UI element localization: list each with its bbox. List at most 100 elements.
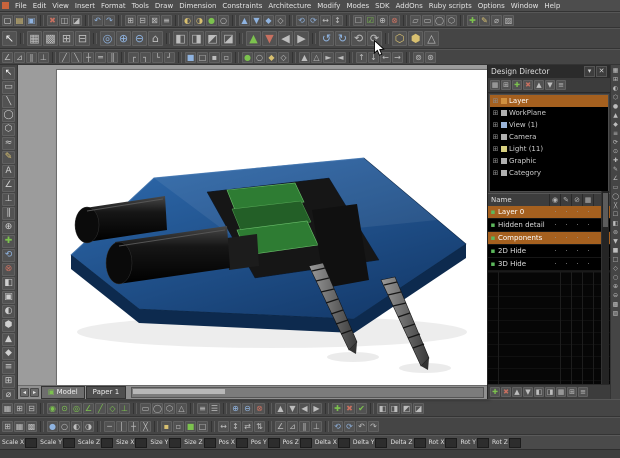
tool-icon[interactable]: ▲: [534, 80, 544, 90]
layer-flag[interactable]: ·: [572, 234, 583, 242]
tool-icon[interactable]: ◎: [71, 402, 82, 414]
tool-icon[interactable]: ◐: [612, 85, 620, 93]
tool-icon[interactable]: ◆: [263, 14, 274, 26]
tool-icon[interactable]: □: [612, 256, 620, 264]
tool-icon[interactable]: ⊗: [2, 263, 15, 276]
tool-icon[interactable]: ▲: [2, 333, 15, 346]
tool-icon[interactable]: ◇: [275, 14, 286, 26]
layers-column-icon[interactable]: ▦: [583, 194, 594, 206]
tool-icon[interactable]: ▦: [556, 387, 566, 397]
tool-icon[interactable]: ◆: [2, 347, 15, 360]
tool-icon[interactable]: ▩: [612, 301, 620, 309]
layer-row[interactable]: ▪ Layer 0 · · · ·: [488, 206, 610, 219]
tab-paper-1[interactable]: Paper 1: [85, 386, 127, 399]
tool-icon[interactable]: ⊖: [612, 292, 620, 300]
menu-item-constraints[interactable]: Constraints: [219, 2, 265, 10]
tool-icon[interactable]: ▩: [43, 31, 58, 46]
tool-icon[interactable]: ◇: [107, 402, 118, 414]
panel-vertical-scrollbar-thumb[interactable]: [603, 193, 608, 227]
menu-item-format[interactable]: Format: [98, 2, 129, 10]
tool-icon[interactable]: ▦: [612, 67, 620, 75]
tool-icon[interactable]: ◆: [266, 51, 277, 63]
tool-icon[interactable]: ◄: [335, 51, 346, 63]
tool-icon[interactable]: ≈: [2, 137, 15, 150]
tool-icon[interactable]: ⊞: [2, 375, 15, 388]
tool-icon[interactable]: ▲: [512, 387, 522, 397]
menu-item-tools[interactable]: Tools: [129, 2, 152, 10]
tool-icon[interactable]: ⬡: [446, 14, 457, 26]
tool-icon[interactable]: ↕: [332, 14, 343, 26]
status-field-value[interactable]: [135, 437, 148, 448]
tool-icon[interactable]: ▸: [30, 388, 39, 397]
tool-icon[interactable]: ◀: [278, 31, 293, 46]
tool-icon[interactable]: ✎: [479, 14, 490, 26]
status-field-value[interactable]: [267, 437, 280, 448]
layer-flag[interactable]: ·: [561, 234, 572, 242]
tool-icon[interactable]: ≡: [612, 130, 620, 138]
tool-icon[interactable]: ◐: [71, 420, 82, 432]
tool-icon[interactable]: ⟳: [367, 31, 382, 46]
tool-icon[interactable]: ☰: [209, 402, 220, 414]
tool-icon[interactable]: ║: [107, 51, 118, 63]
tool-icon[interactable]: ⬡: [392, 31, 407, 46]
menu-item-modes[interactable]: Modes: [343, 2, 372, 10]
layer-flag[interactable]: ·: [583, 208, 594, 216]
tool-icon[interactable]: ◎: [100, 31, 115, 46]
tool-icon[interactable]: ⊞: [612, 76, 620, 84]
expander-icon[interactable]: ⊞: [492, 157, 499, 165]
tool-icon[interactable]: ↷: [368, 420, 379, 432]
tool-icon[interactable]: ◧: [173, 31, 188, 46]
status-field-value[interactable]: [337, 437, 350, 448]
tool-icon[interactable]: ◐: [182, 14, 193, 26]
tool-icon[interactable]: ▫: [221, 51, 232, 63]
tool-icon[interactable]: ≡: [2, 361, 15, 374]
tool-icon[interactable]: ◉: [47, 402, 58, 414]
tool-icon[interactable]: ⊞: [14, 402, 25, 414]
tool-icon[interactable]: ⊗: [389, 14, 400, 26]
tool-icon[interactable]: ✖: [344, 402, 355, 414]
panel-vertical-scrollbar[interactable]: [601, 191, 609, 384]
tool-icon[interactable]: ▲: [612, 112, 620, 120]
layer-flag[interactable]: ·: [561, 247, 572, 255]
expander-icon[interactable]: ⊞: [492, 97, 499, 105]
tool-icon[interactable]: ◫: [59, 14, 70, 26]
tree-item[interactable]: ⊞ Light (11): [490, 143, 608, 155]
tool-icon[interactable]: ▫: [173, 420, 184, 432]
layer-flag[interactable]: ·: [583, 234, 594, 242]
tool-icon[interactable]: ≡: [578, 387, 588, 397]
tool-icon[interactable]: ↓: [368, 51, 379, 63]
tool-icon[interactable]: ◂: [20, 388, 29, 397]
status-field-value[interactable]: [413, 437, 426, 448]
layer-row[interactable]: ▪ Hidden detail · · · ·: [488, 219, 610, 232]
expander-icon[interactable]: ⊞: [492, 145, 499, 153]
layer-flag[interactable]: ·: [550, 234, 561, 242]
tool-icon[interactable]: ⊟: [137, 14, 148, 26]
layers-column-icon[interactable]: ⊘: [572, 194, 583, 206]
tool-icon[interactable]: ⊥: [311, 420, 322, 432]
tool-icon[interactable]: ►: [323, 51, 334, 63]
tool-icon[interactable]: ↔: [320, 14, 331, 26]
status-field-value[interactable]: [299, 437, 312, 448]
tool-icon[interactable]: □: [197, 51, 208, 63]
tool-icon[interactable]: ╲: [2, 95, 15, 108]
layer-flag[interactable]: ·: [572, 260, 583, 268]
tool-icon[interactable]: ╱: [95, 402, 106, 414]
tool-icon[interactable]: ✔: [356, 402, 367, 414]
tool-icon[interactable]: ⊕: [612, 283, 620, 291]
tool-icon[interactable]: ▨: [503, 14, 514, 26]
tool-icon[interactable]: ⊚: [612, 229, 620, 237]
tool-icon[interactable]: ┐: [140, 51, 151, 63]
tool-icon[interactable]: ✚: [490, 387, 500, 397]
tool-icon[interactable]: ▱: [410, 14, 421, 26]
viewport-3d[interactable]: [56, 69, 488, 398]
menu-item-draw[interactable]: Draw: [152, 2, 176, 10]
tool-icon[interactable]: ▦: [14, 420, 25, 432]
tool-icon[interactable]: ⇄: [242, 420, 253, 432]
tool-icon[interactable]: └: [152, 51, 163, 63]
tree-item[interactable]: ⊞ WorkPlane: [490, 107, 608, 119]
layer-flag[interactable]: ·: [583, 221, 594, 229]
tool-icon[interactable]: ■: [612, 247, 620, 255]
tool-icon[interactable]: ⟳: [344, 420, 355, 432]
tool-icon[interactable]: ▲: [299, 51, 310, 63]
menu-item-options[interactable]: Options: [475, 2, 508, 10]
